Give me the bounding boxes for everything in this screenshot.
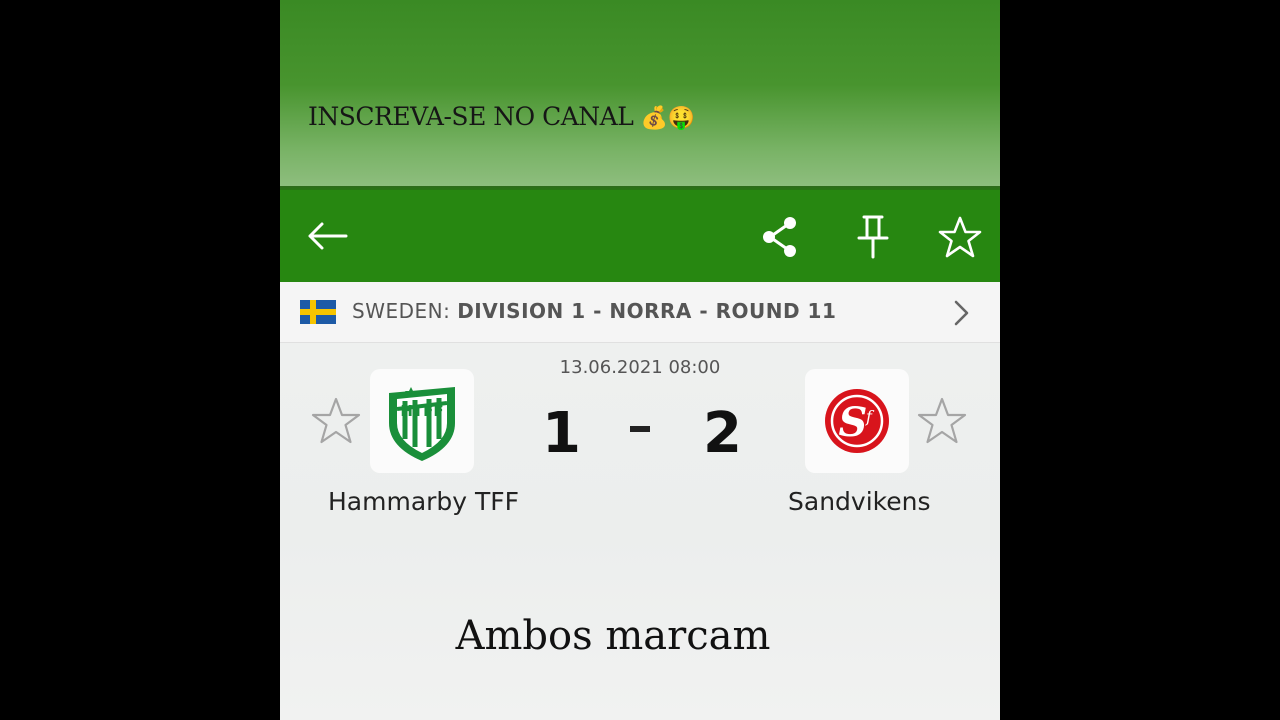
sweden-flag-icon bbox=[300, 300, 336, 324]
favorite-match-button[interactable] bbox=[934, 212, 986, 262]
home-team-name[interactable]: Hammarby TFF bbox=[328, 487, 519, 516]
home-logo-text: HTFF bbox=[400, 402, 443, 420]
home-team-logo[interactable]: HTFF bbox=[370, 369, 474, 473]
promo-banner: INSCREVA-SE NO CANAL 💰🤑 bbox=[280, 0, 1000, 188]
share-icon bbox=[763, 217, 796, 257]
arrow-left-icon bbox=[308, 222, 348, 250]
banner-label: INSCREVA-SE NO CANAL bbox=[308, 102, 634, 131]
app-bar bbox=[280, 190, 1000, 282]
league-name: DIVISION 1 - NORRA - ROUND 11 bbox=[457, 299, 837, 323]
league-country: SWEDEN: bbox=[352, 299, 451, 323]
share-button[interactable] bbox=[754, 212, 806, 262]
pin-icon bbox=[857, 215, 889, 259]
home-score: 1 bbox=[542, 401, 581, 466]
away-score: 2 bbox=[703, 401, 742, 466]
video-caption: Ambos marcam bbox=[455, 613, 771, 659]
match-summary: 13.06.2021 08:00 HTFF 1 2 S f Hammarby T… bbox=[280, 343, 1000, 720]
favorite-away-team-star-icon[interactable] bbox=[916, 395, 968, 447]
back-button[interactable] bbox=[300, 214, 356, 258]
away-logo-text: S bbox=[839, 399, 868, 446]
score-separator bbox=[630, 426, 650, 432]
league-title: SWEDEN: DIVISION 1 - NORRA - ROUND 11 bbox=[352, 299, 836, 323]
away-team-name[interactable]: Sandvikens bbox=[788, 487, 930, 516]
banner-text: INSCREVA-SE NO CANAL 💰🤑 bbox=[308, 102, 695, 131]
phone-screen: INSCREVA-SE NO CANAL 💰🤑 SWEDEN: DIVISION… bbox=[280, 0, 1000, 720]
favorite-home-team-star-icon[interactable] bbox=[310, 395, 362, 447]
hammarby-tff-crest-icon: HTFF bbox=[389, 387, 455, 461]
star-outline-icon bbox=[938, 216, 982, 258]
league-header[interactable]: SWEDEN: DIVISION 1 - NORRA - ROUND 11 bbox=[280, 282, 1000, 343]
pin-button[interactable] bbox=[848, 212, 898, 262]
away-team-logo[interactable]: S f bbox=[805, 369, 909, 473]
money-emoji-icons: 💰🤑 bbox=[640, 106, 695, 131]
chevron-right-icon bbox=[954, 300, 969, 326]
sandvikens-crest-icon: S f bbox=[825, 389, 889, 453]
